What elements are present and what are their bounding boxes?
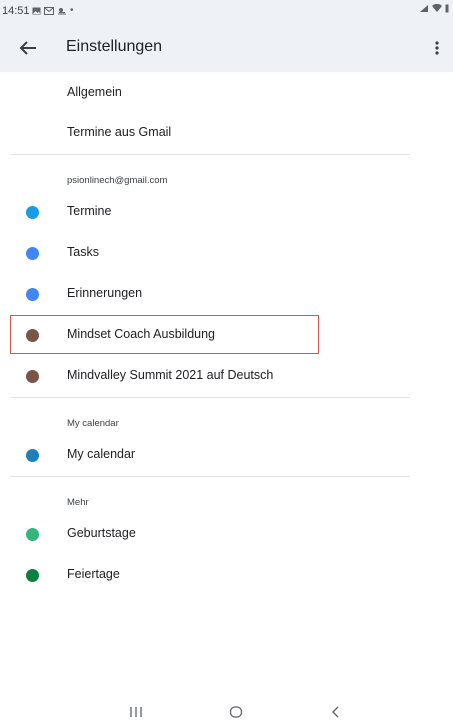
calendar-color-dot	[26, 449, 39, 462]
divider	[10, 154, 410, 155]
calendar-item-label: Erinnerungen	[67, 286, 143, 300]
back-button[interactable]	[14, 36, 42, 60]
status-icons-left: •	[32, 4, 74, 18]
calendar-color-dot	[26, 206, 39, 219]
calendar-item-label: Tasks	[67, 245, 99, 259]
section-header-mehr: Mehr	[67, 497, 89, 508]
calendar-color-dot	[26, 569, 39, 582]
highlight-box	[10, 315, 319, 354]
settings-item-termine-aus-gmail[interactable]: Termine aus Gmail	[0, 114, 453, 154]
home-button[interactable]	[224, 702, 248, 722]
nav-back-icon	[332, 706, 339, 718]
divider	[10, 476, 410, 477]
calendar-item-label: Mindvalley Summit 2021 auf Deutsch	[67, 368, 274, 382]
calendar-item-label: Termine	[67, 204, 112, 218]
settings-item-label: Allgemein	[67, 85, 122, 99]
gallery-icon	[32, 7, 41, 15]
calendar-item-geburtstage[interactable]: Geburtstage	[0, 515, 453, 555]
settings-screen: 14:51 • Einstellungen Allgemein Termine …	[0, 0, 453, 724]
calendar-item-feiertage[interactable]: Feiertage	[0, 556, 453, 596]
divider	[10, 397, 410, 398]
more-options-button[interactable]	[425, 36, 449, 60]
calendar-item-erinnerungen[interactable]: Erinnerungen	[0, 275, 453, 315]
calendar-item-mindvalley-summit[interactable]: Mindvalley Summit 2021 auf Deutsch	[0, 357, 453, 397]
mail-icon	[44, 7, 54, 15]
signal-icon	[420, 5, 428, 12]
calendar-color-dot	[26, 247, 39, 260]
status-icons-right	[419, 4, 449, 13]
calendar-item-my-calendar[interactable]: My calendar	[0, 436, 453, 476]
section-header-my-calendar: My calendar	[67, 418, 119, 429]
settings-item-allgemein[interactable]: Allgemein	[0, 74, 453, 114]
home-icon	[229, 706, 243, 718]
calendar-color-dot	[26, 288, 39, 301]
calendar-item-label: Geburtstage	[67, 526, 136, 540]
app-bar: Einstellungen	[0, 24, 453, 72]
recent-apps-icon	[130, 707, 142, 717]
calendar-item-tasks[interactable]: Tasks	[0, 234, 453, 274]
calendar-color-dot	[26, 370, 39, 383]
wifi-icon	[432, 4, 442, 12]
calendar-color-dot	[26, 528, 39, 541]
status-bar: 14:51 •	[0, 0, 453, 24]
calendar-item-label: My calendar	[67, 447, 136, 461]
notification-dot-icon: •	[70, 5, 74, 16]
weather-icon	[58, 8, 66, 15]
recent-apps-button[interactable]	[124, 702, 148, 722]
calendar-item-termine[interactable]: Termine	[0, 193, 453, 233]
battery-icon	[445, 4, 449, 13]
calendar-item-label: Feiertage	[67, 567, 120, 581]
more-vert-icon	[435, 41, 439, 55]
nav-back-button[interactable]	[324, 702, 348, 722]
system-nav-bar	[0, 700, 453, 724]
arrow-back-icon	[19, 41, 36, 55]
page-title: Einstellungen	[66, 38, 163, 55]
settings-item-label: Termine aus Gmail	[67, 125, 172, 139]
section-header-account: psionlinech@gmail.com	[67, 175, 168, 186]
status-time: 14:51	[2, 5, 30, 17]
